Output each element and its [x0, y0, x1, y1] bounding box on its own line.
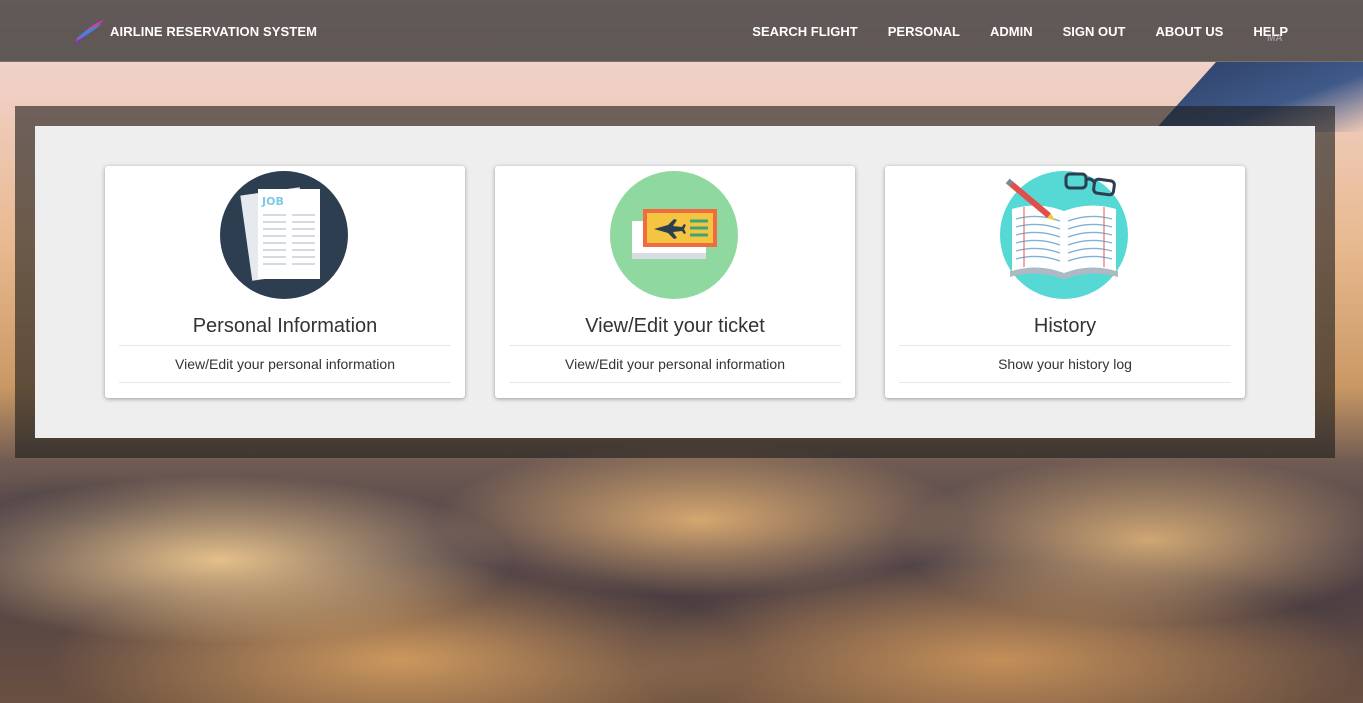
card-title: History [1033, 315, 1097, 337]
dashboard-panel-body: JOB Personal Information View/Edit your … [35, 126, 1315, 438]
job-document-icon: JOB [220, 171, 348, 299]
card-divider [119, 345, 451, 346]
top-navbar: AIRLINE RESERVATION SYSTEM SEARCH FLIGHT… [0, 0, 1363, 62]
job-label: JOB [261, 195, 284, 208]
brand-logo-icon [74, 18, 105, 45]
card-description: View/Edit your personal information [565, 356, 785, 372]
card-title: View/Edit your ticket [585, 315, 765, 337]
card-description: Show your history log [998, 356, 1132, 372]
nav-search-flight[interactable]: SEARCH FLIGHT [752, 24, 857, 39]
brand-title: AIRLINE RESERVATION SYSTEM [110, 23, 318, 39]
card-history[interactable]: History Show your history log [885, 166, 1245, 398]
card-divider [509, 345, 841, 346]
card-divider [509, 382, 841, 383]
nav-about-us[interactable]: ABOUT US [1155, 24, 1223, 39]
card-view-edit-ticket[interactable]: View/Edit your ticket View/Edit your per… [495, 166, 855, 398]
watermark-text: MA [1267, 33, 1283, 44]
card-divider [899, 345, 1231, 346]
card-divider [899, 382, 1231, 383]
card-description: View/Edit your personal information [175, 356, 395, 372]
flight-ticket-icon [610, 171, 738, 299]
dashboard-panel: JOB Personal Information View/Edit your … [15, 106, 1335, 458]
card-title: Personal Information [192, 315, 378, 337]
card-divider [119, 382, 451, 383]
brand[interactable]: AIRLINE RESERVATION SYSTEM [72, 14, 317, 48]
card-personal-information[interactable]: JOB Personal Information View/Edit your … [105, 166, 465, 398]
nav-admin[interactable]: ADMIN [990, 24, 1033, 39]
nav-sign-out[interactable]: SIGN OUT [1063, 24, 1126, 39]
nav-personal[interactable]: PERSONAL [888, 24, 960, 39]
open-book-glasses-icon [1000, 171, 1128, 299]
main-nav: SEARCH FLIGHT PERSONAL ADMIN SIGN OUT AB… [752, 0, 1288, 62]
